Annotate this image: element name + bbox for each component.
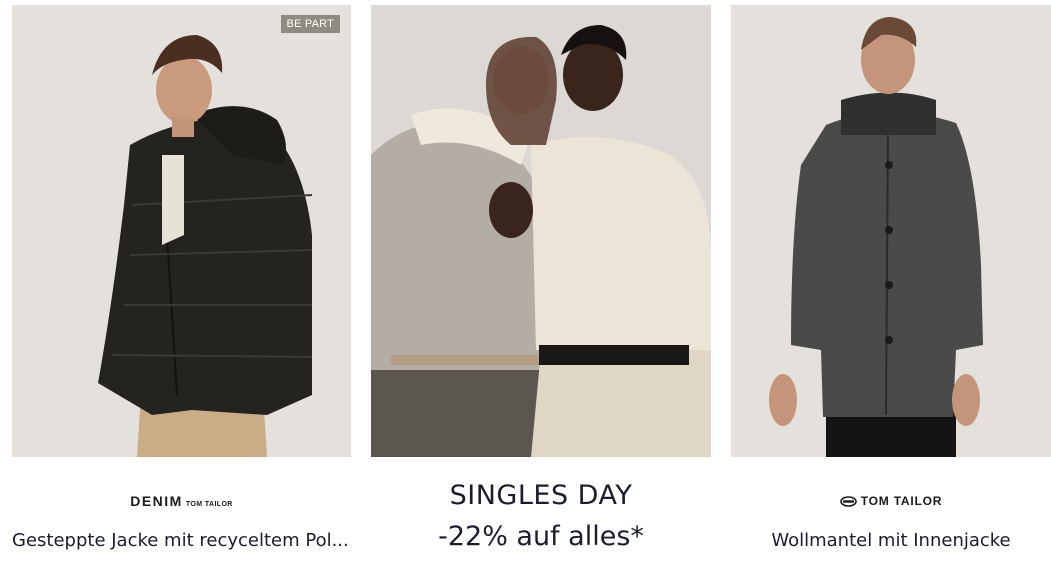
product-card-quilted-jacket[interactable]: BE PART DENIM TOM TAILOR Gesteppte Jacke… xyxy=(12,0,351,563)
promo-subtitle[interactable]: -22% auf alles* xyxy=(371,521,711,552)
brand-logo-sub: TOM TAILOR xyxy=(185,501,233,508)
promo-image-couple[interactable] xyxy=(371,5,711,457)
product-name[interactable]: Wollmantel mit Innenjacke xyxy=(731,530,1051,551)
product-card-wool-coat[interactable]: TOM TAILOR Wollmantel mit Innenjacke xyxy=(731,0,1051,563)
tom-tailor-emblem-icon xyxy=(839,495,857,507)
jacket-photo-illustration xyxy=(12,5,351,457)
promo-title[interactable]: SINGLES DAY xyxy=(371,480,711,511)
brand-logo-main: DENIM xyxy=(130,493,183,509)
product-image-wool-coat[interactable] xyxy=(731,5,1051,457)
couple-photo-illustration xyxy=(371,5,711,457)
product-image-quilted-jacket[interactable]: BE PART xyxy=(12,5,351,457)
be-part-badge: BE PART xyxy=(280,15,340,33)
promo-card-singles-day[interactable]: SINGLES DAY -22% auf alles* xyxy=(371,0,711,563)
coat-photo-illustration xyxy=(731,5,1051,457)
brand-logo-text: TOM TAILOR xyxy=(860,494,943,508)
tom-tailor-logo: TOM TAILOR xyxy=(839,494,943,508)
product-grid: BE PART DENIM TOM TAILOR Gesteppte Jacke… xyxy=(0,0,1051,563)
product-name[interactable]: Gesteppte Jacke mit recyceltem Pol... xyxy=(12,530,351,551)
brand-logo-tom-tailor[interactable]: TOM TAILOR xyxy=(731,492,1051,510)
denim-logo: DENIM TOM TAILOR xyxy=(130,493,233,509)
brand-logo-denim-tom-tailor[interactable]: DENIM TOM TAILOR xyxy=(12,492,351,510)
